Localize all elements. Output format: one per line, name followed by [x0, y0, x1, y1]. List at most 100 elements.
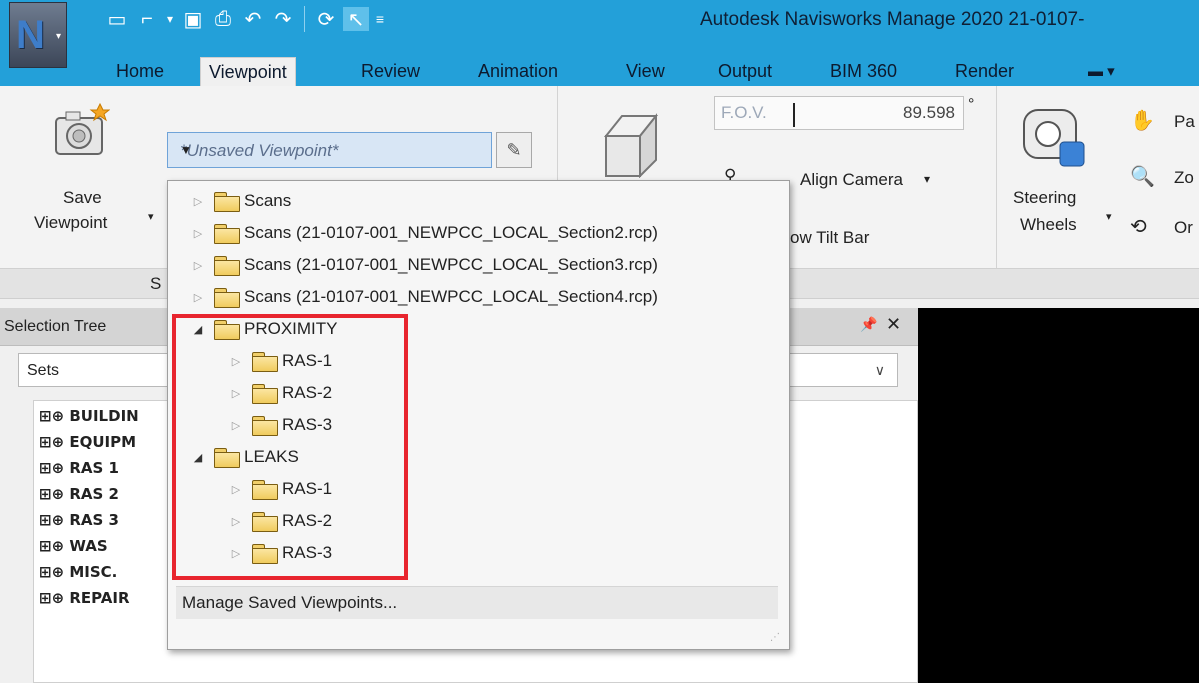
fov-unit: ° — [968, 96, 975, 113]
tree-item[interactable]: ⊞⊕ RAS 1 — [39, 459, 119, 483]
pan-hand-icon[interactable]: ✋ — [1130, 108, 1155, 133]
chevron-down-icon[interactable]: ▾ — [924, 172, 930, 186]
new-file-icon[interactable]: ▭ — [104, 7, 130, 31]
folder-icon — [214, 447, 240, 468]
chevron-down-icon[interactable]: ∨ — [875, 362, 885, 379]
tree-item[interactable]: ⊞⊕ RAS 2 — [39, 485, 119, 509]
chevron-down-icon[interactable]: ▼ — [180, 143, 481, 157]
expand-arrow-icon[interactable]: ▷ — [190, 291, 206, 304]
dropdown-item[interactable]: ▷ Scans (21-0107-001_NEWPCC_LOCAL_Section… — [190, 220, 658, 246]
chevron-down-icon[interactable]: ▾ — [1106, 210, 1112, 223]
dropdown-item[interactable]: ▷ RAS-2 — [228, 380, 332, 406]
tab-review[interactable]: Review — [361, 57, 420, 86]
selection-tree-title: Selection Tree — [4, 318, 107, 335]
fov-field[interactable]: F.O.V. 89.598 — [714, 96, 964, 130]
expand-arrow-icon[interactable]: ▷ — [190, 227, 206, 240]
redo-icon[interactable]: ↷ — [270, 7, 296, 31]
steering-wheels-label-1[interactable]: Steering — [1013, 188, 1076, 208]
tree-item[interactable]: ⊞⊕ RAS 3 — [39, 511, 119, 535]
tab-output[interactable]: Output — [718, 57, 772, 86]
tree-item[interactable]: ⊞⊕ BUILDIN — [39, 407, 139, 431]
tab-animation[interactable]: Animation — [478, 57, 558, 86]
collapse-arrow-icon[interactable]: ◢ — [190, 451, 206, 464]
tab-render[interactable]: Render — [955, 57, 1014, 86]
tree-item[interactable]: ⊞⊕ REPAIR — [39, 589, 130, 613]
panel-label-save: S — [150, 274, 162, 293]
dropdown-item-label: RAS-1 — [282, 479, 333, 498]
viewpoint-combobox[interactable]: *Unsaved Viewpoint* ▼ — [167, 132, 492, 168]
expand-arrow-icon[interactable]: ▷ — [190, 259, 206, 272]
align-camera-label[interactable]: Align Camera — [800, 170, 903, 190]
tree-item[interactable]: ⊞⊕ EQUIPM — [39, 433, 136, 457]
dropdown-item[interactable]: ▷ Scans (21-0107-001_NEWPCC_LOCAL_Section… — [190, 252, 658, 278]
dropdown-item-leaks[interactable]: ◢ LEAKS — [190, 444, 299, 470]
tab-bim360[interactable]: BIM 360 — [830, 57, 897, 86]
fov-value: 89.598 — [903, 103, 955, 122]
dropdown-item[interactable]: ▷ RAS-3 — [228, 412, 332, 438]
collapse-arrow-icon[interactable]: ◢ — [190, 323, 206, 336]
select-cursor-icon[interactable]: ↖ — [343, 7, 369, 31]
folder-icon — [252, 415, 278, 436]
tree-item-label: RAS 2 — [69, 485, 119, 503]
dropdown-item-label: Scans — [244, 191, 292, 210]
dropdown-item[interactable]: ▷ RAS-1 — [228, 348, 332, 374]
chevron-down-icon[interactable]: ▾ — [148, 210, 154, 223]
expand-arrow-icon[interactable]: ▷ — [228, 355, 244, 368]
dropdown-item[interactable]: ▷ RAS-1 — [228, 476, 332, 502]
manage-saved-viewpoints-button[interactable]: Manage Saved Viewpoints... — [176, 586, 778, 619]
orbit-label[interactable]: Or — [1174, 218, 1193, 238]
close-icon[interactable]: ✕ — [886, 314, 901, 335]
tree-item[interactable]: ⊞⊕ WAS — [39, 537, 108, 561]
dropdown-item[interactable]: ▷ RAS-3 — [228, 540, 332, 566]
zoom-icon[interactable]: 🔍 — [1130, 164, 1155, 189]
print-icon[interactable]: ⎙ — [210, 7, 236, 31]
expand-arrow-icon[interactable]: ▷ — [228, 419, 244, 432]
folder-icon — [214, 223, 240, 244]
tree-item-label: WAS — [69, 537, 108, 555]
open-folder-icon[interactable]: ⌐ — [134, 7, 160, 31]
expand-arrow-icon[interactable]: ▷ — [190, 195, 206, 208]
tab-viewpoint[interactable]: Viewpoint — [200, 57, 296, 87]
tab-view[interactable]: View — [626, 57, 665, 86]
resize-grip-icon[interactable]: ⋰ — [770, 632, 781, 643]
tree-item-label: MISC. — [69, 563, 118, 581]
3d-viewport[interactable] — [918, 308, 1199, 683]
expand-arrow-icon[interactable]: ▷ — [228, 515, 244, 528]
save-viewpoint-label-1[interactable]: Save — [63, 188, 102, 208]
show-tilt-bar-label[interactable]: ow Tilt Bar — [790, 228, 869, 248]
customize-toolbar-icon[interactable]: ≡ — [373, 7, 387, 31]
more-tabs-button[interactable]: ▬ ▾ — [1088, 57, 1115, 86]
pin-icon[interactable]: 📌 — [860, 316, 877, 333]
dropdown-item[interactable]: ▷ Scans — [190, 188, 291, 214]
camera-save-icon[interactable] — [50, 102, 110, 158]
orbit-icon[interactable]: ⟲ — [1130, 214, 1147, 239]
save-icon[interactable]: ▣ — [180, 7, 206, 31]
steering-wheel-icon[interactable] — [1022, 108, 1092, 170]
expand-arrow-icon[interactable]: ▷ — [228, 387, 244, 400]
expand-arrow-icon[interactable]: ▷ — [228, 483, 244, 496]
folder-icon — [252, 479, 278, 500]
steering-wheels-label-2[interactable]: Wheels — [1020, 215, 1077, 235]
dropdown-item[interactable]: ▷ Scans (21-0107-001_NEWPCC_LOCAL_Section… — [190, 284, 658, 310]
pan-label[interactable]: Pa — [1174, 112, 1195, 132]
save-viewpoint-label-2[interactable]: Viewpoint — [34, 213, 107, 233]
undo-icon[interactable]: ↶ — [240, 7, 266, 31]
perspective-box-icon[interactable] — [600, 108, 660, 178]
toolbar-divider — [304, 6, 305, 32]
tree-item[interactable]: ⊞⊕ MISC. — [39, 563, 117, 587]
tree-item-label: BUILDIN — [69, 407, 139, 425]
sets-dropdown-value: Sets — [27, 362, 60, 379]
refresh-icon[interactable]: ⟳ — [313, 7, 339, 31]
zoom-label[interactable]: Zo — [1174, 168, 1194, 188]
dropdown-item[interactable]: ▷ RAS-2 — [228, 508, 332, 534]
application-menu-button[interactable]: N ▾ — [9, 2, 67, 68]
dropdown-item-label: RAS-2 — [282, 383, 333, 402]
panel-divider — [996, 86, 997, 298]
dropdown-item-proximity[interactable]: ◢ PROXIMITY — [190, 316, 338, 342]
dropdown-arrow-icon[interactable]: ▾ — [164, 7, 176, 31]
tab-home[interactable]: Home — [116, 57, 164, 86]
folder-icon — [252, 351, 278, 372]
edit-viewpoint-button[interactable]: ✎ — [496, 132, 532, 168]
expand-arrow-icon[interactable]: ▷ — [228, 547, 244, 560]
quick-access-toolbar: ▭ ⌐ ▾ ▣ ⎙ ↶ ↷ ⟳ ↖ ≡ — [104, 6, 387, 32]
